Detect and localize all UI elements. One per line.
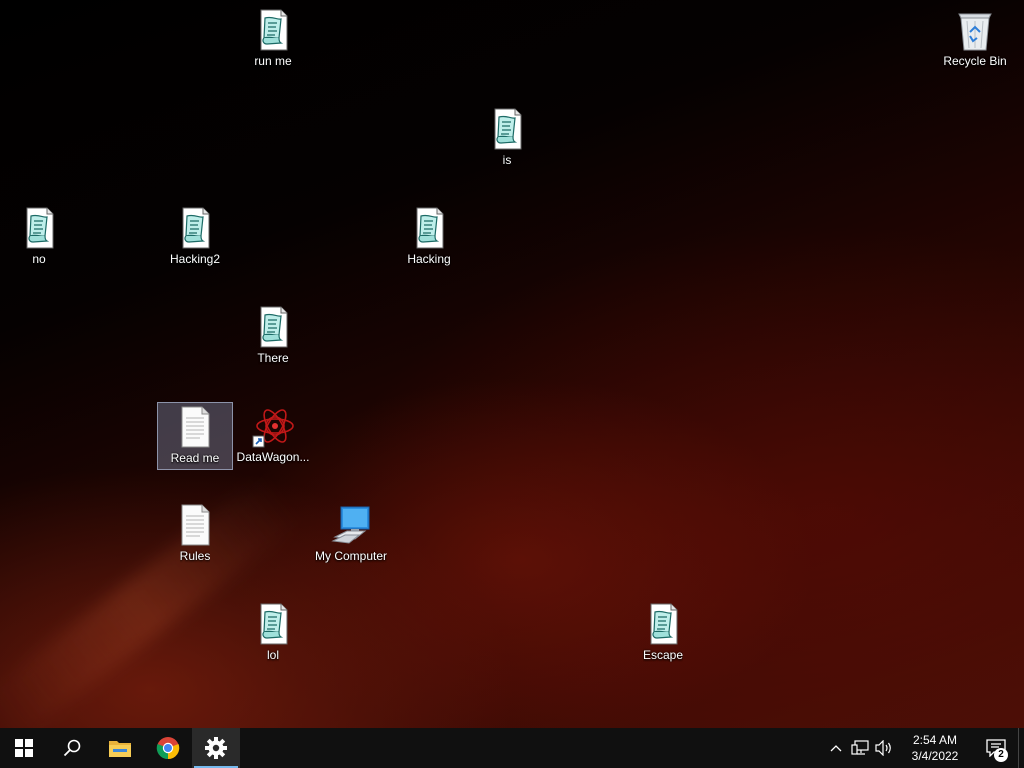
recycle-bin-icon bbox=[953, 8, 997, 52]
desktop[interactable]: run me Recycle Bin is no Hacking2 Hackin… bbox=[0, 0, 1024, 728]
desktop-icon-hacking[interactable]: Hacking bbox=[391, 204, 467, 272]
script-file-icon bbox=[407, 206, 451, 250]
file-explorer-button[interactable] bbox=[96, 728, 144, 768]
icon-label: Read me bbox=[170, 451, 220, 465]
icon-label: is bbox=[502, 153, 512, 167]
chrome-icon bbox=[156, 737, 180, 760]
taskbar: 2:54 AM 3/4/2022 2 bbox=[0, 728, 1024, 768]
clock-time: 2:54 AM bbox=[912, 733, 958, 747]
datawagon-shortcut-icon bbox=[251, 404, 295, 448]
icon-label: Escape bbox=[642, 648, 684, 662]
script-file-icon bbox=[251, 602, 295, 646]
icon-label: lol bbox=[266, 648, 279, 662]
notification-count-badge: 2 bbox=[994, 748, 1008, 762]
icon-label: My Computer bbox=[314, 549, 388, 563]
desktop-icon-there[interactable]: There bbox=[235, 303, 311, 371]
action-center-button[interactable]: 2 bbox=[974, 728, 1018, 768]
windows-logo-icon bbox=[15, 739, 33, 757]
settings-button[interactable] bbox=[192, 728, 240, 768]
search-icon bbox=[63, 739, 81, 757]
desktop-icon-escape[interactable]: Escape bbox=[625, 600, 701, 668]
icon-label: run me bbox=[254, 54, 292, 68]
show-desktop-button[interactable] bbox=[1018, 728, 1024, 768]
icon-label: Hacking bbox=[407, 252, 451, 266]
settings-icon bbox=[205, 737, 227, 759]
script-file-icon bbox=[251, 8, 295, 52]
volume-icon bbox=[875, 740, 891, 756]
network-button[interactable] bbox=[848, 728, 872, 768]
desktop-icon-run-me[interactable]: run me bbox=[235, 6, 311, 74]
desktop-icon-lol[interactable]: lol bbox=[235, 600, 311, 668]
icon-label: Hacking2 bbox=[169, 252, 221, 266]
show-hidden-icons-button[interactable] bbox=[824, 728, 848, 768]
desktop-icon-no[interactable]: no bbox=[1, 204, 77, 272]
script-file-icon bbox=[17, 206, 61, 250]
desktop-icon-hacking2[interactable]: Hacking2 bbox=[157, 204, 233, 272]
script-file-icon bbox=[485, 107, 529, 151]
clock-date: 3/4/2022 bbox=[911, 749, 959, 763]
script-file-icon bbox=[641, 602, 685, 646]
icon-label: Recycle Bin bbox=[943, 54, 1007, 68]
script-file-icon bbox=[173, 206, 217, 250]
volume-button[interactable] bbox=[872, 728, 896, 768]
system-tray: 2:54 AM 3/4/2022 2 bbox=[824, 728, 1024, 768]
chevron-up-icon bbox=[830, 745, 842, 752]
icon-label: DataWagon... bbox=[236, 450, 310, 464]
script-file-icon bbox=[251, 305, 295, 349]
network-icon bbox=[851, 740, 869, 755]
icon-label: There bbox=[257, 351, 289, 365]
desktop-icon-is[interactable]: is bbox=[469, 105, 545, 173]
desktop-icon-my-computer[interactable]: My Computer bbox=[313, 501, 389, 569]
desktop-icon-read-me[interactable]: Read me bbox=[157, 402, 233, 470]
text-document-icon bbox=[173, 405, 217, 449]
text-document-icon bbox=[173, 503, 217, 547]
start-button[interactable] bbox=[0, 728, 48, 768]
icon-label: Rules bbox=[179, 549, 211, 563]
desktop-icon-recycle-bin[interactable]: Recycle Bin bbox=[937, 6, 1013, 74]
chrome-button[interactable] bbox=[144, 728, 192, 768]
desktop-icon-rules[interactable]: Rules bbox=[157, 501, 233, 569]
computer-icon bbox=[329, 503, 373, 547]
clock[interactable]: 2:54 AM 3/4/2022 bbox=[900, 732, 970, 764]
icon-label: no bbox=[32, 252, 46, 266]
search-button[interactable] bbox=[48, 728, 96, 768]
file-explorer-icon bbox=[109, 741, 131, 757]
desktop-icon-datawagon[interactable]: DataWagon... bbox=[235, 402, 311, 470]
